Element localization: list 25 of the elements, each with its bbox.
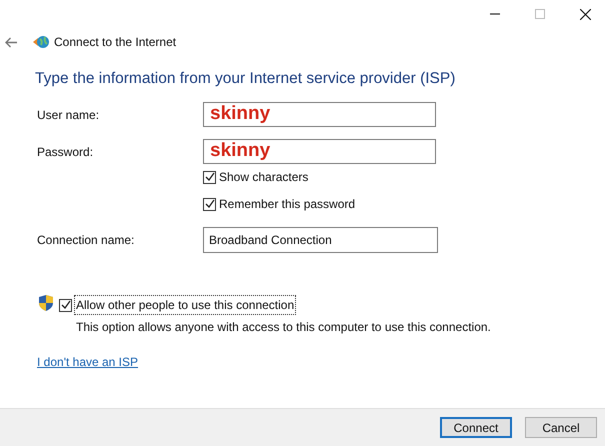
input-field[interactable]: skinny	[203, 139, 436, 164]
page-heading: Type the information from your Internet service provider (ISP)	[35, 68, 456, 89]
globe-icon	[33, 35, 50, 49]
checkbox[interactable]	[59, 298, 72, 312]
checkmark-icon	[204, 199, 214, 209]
checkmark-icon	[60, 300, 70, 310]
checkbox[interactable]	[203, 170, 216, 184]
option-description: This option allows anyone with access to this computer to use this connection.	[76, 319, 491, 336]
input-field[interactable]: skinny	[203, 102, 436, 127]
back-arrow-icon[interactable]	[5, 36, 18, 48]
checkbox-label: Remember this password	[219, 196, 356, 213]
dialog-button[interactable]: Connect	[440, 417, 512, 438]
input-field[interactable]: Broadband Connection	[203, 227, 438, 253]
checkbox-label: Allow other people to use this connection	[74, 295, 296, 315]
checkbox-label: Show characters	[219, 169, 308, 186]
field-label: User name:	[37, 106, 100, 124]
window-title: Connect to the Internet	[54, 34, 176, 51]
no-isp-link[interactable]: I don't have an ISP	[37, 353, 138, 371]
shield-icon	[39, 295, 53, 311]
checkbox[interactable]	[203, 198, 216, 210]
close-icon[interactable]	[580, 8, 591, 20]
field-label: Connection name:	[37, 232, 136, 249]
field-label: Password:	[37, 144, 94, 160]
checkmark-icon	[204, 172, 214, 182]
dialog-button[interactable]: Cancel	[525, 417, 597, 438]
